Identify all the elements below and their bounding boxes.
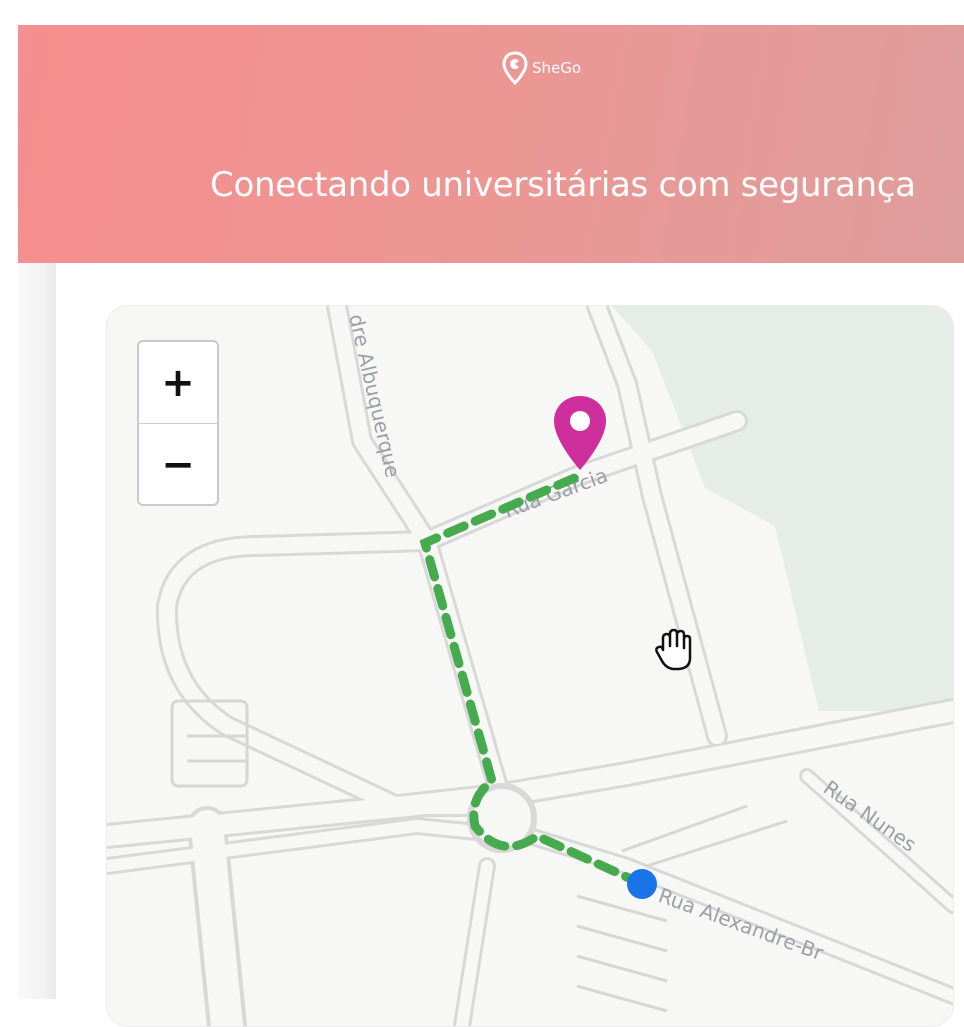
street-label-alexandre: Rua Alexandre-Br bbox=[655, 883, 827, 965]
street-label-nunes: Rua Nunes bbox=[819, 775, 921, 856]
brand-name: SheGo bbox=[532, 59, 582, 77]
route-map[interactable]: dre Albuquerque Rua Garcia Rua Nunes Rua… bbox=[106, 305, 954, 1027]
tagline: Conectando universitárias com segurança bbox=[210, 165, 916, 205]
location-pin-logo-icon bbox=[502, 51, 528, 85]
origin-dot-icon bbox=[627, 869, 657, 899]
zoom-out-button[interactable]: − bbox=[139, 423, 217, 504]
hand-cursor-icon bbox=[655, 628, 692, 671]
map-canvas[interactable]: dre Albuquerque Rua Garcia Rua Nunes Rua… bbox=[107, 306, 953, 1026]
zoom-control: + − bbox=[137, 340, 219, 506]
brand-logo: SheGo bbox=[502, 48, 581, 88]
app-header: SheGo Conectando universitárias com segu… bbox=[18, 25, 964, 263]
zoom-in-button[interactable]: + bbox=[139, 342, 217, 423]
side-gutter bbox=[18, 263, 56, 999]
